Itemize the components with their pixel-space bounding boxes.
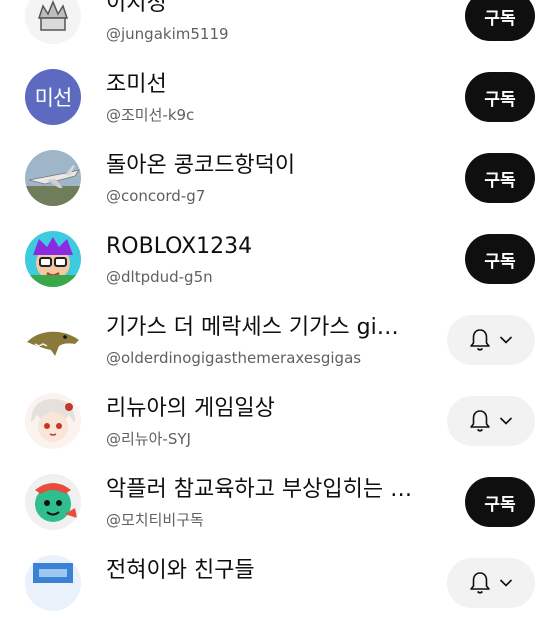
dinosaur-avatar-icon: [25, 312, 81, 368]
channel-handle: @dltpdud-g5n: [106, 268, 213, 286]
bell-icon: [470, 572, 490, 594]
subscribe-button[interactable]: 구독: [465, 0, 535, 41]
channel-handle: @olderdinogigasthemeraxesgigas: [106, 349, 362, 367]
subscribe-button[interactable]: 구독: [465, 153, 535, 203]
channel-avatar[interactable]: [25, 312, 81, 368]
channel-name[interactable]: 악플러 참교육하고 부상입히는 …: [106, 476, 436, 504]
chevron-down-icon: [499, 417, 513, 425]
channel-avatar[interactable]: 미선: [25, 69, 81, 125]
subscribe-button[interactable]: 구독: [465, 234, 535, 284]
channel-name[interactable]: 리뉴아의 게임일상: [106, 395, 436, 423]
channel-list: 이지정 @jungakim5119 구독 미선 조미선 @조미선-k9c 구독 …: [0, 0, 560, 622]
bell-icon: [470, 410, 490, 432]
anime-character-avatar-icon: [25, 393, 81, 449]
airplane-avatar-icon: [25, 150, 81, 206]
channel-avatar[interactable]: [25, 555, 81, 611]
bell-icon: [470, 329, 490, 351]
channel-name[interactable]: 기가스 더 메락세스 기가스 gi…: [106, 314, 436, 342]
channel-name[interactable]: 이지정: [106, 0, 436, 18]
channel-name[interactable]: 전혀이와 친구들: [106, 557, 436, 585]
notification-button[interactable]: [447, 315, 535, 365]
channel-handle: @concord-g7: [106, 187, 206, 205]
channel-avatar[interactable]: [25, 0, 81, 44]
channel-handle: @jungakim5119: [106, 25, 229, 43]
chevron-down-icon: [499, 336, 513, 344]
channel-row[interactable]: 전혀이와 친구들: [0, 541, 560, 622]
channel-handle: @모치티비구독: [106, 511, 204, 529]
channel-row[interactable]: 기가스 더 메락세스 기가스 gi… @olderdinogigasthemer…: [0, 298, 560, 379]
green-character-avatar-icon: [25, 474, 81, 530]
channel-row[interactable]: 돌아온 콩코드항덕이 @concord-g7 구독: [0, 136, 560, 217]
channel-name[interactable]: ROBLOX1234: [106, 233, 436, 261]
channel-avatar[interactable]: [25, 393, 81, 449]
channel-handle: @조미선-k9c: [106, 106, 195, 124]
subscribe-button[interactable]: 구독: [465, 72, 535, 122]
channel-avatar[interactable]: [25, 150, 81, 206]
channel-avatar[interactable]: [25, 231, 81, 287]
channel-handle: @리뉴아-SYJ: [106, 430, 191, 448]
chevron-down-icon: [499, 579, 513, 587]
emblem-avatar-icon: [25, 0, 81, 44]
channel-row[interactable]: 미선 조미선 @조미선-k9c 구독: [0, 55, 560, 136]
channel-avatar[interactable]: [25, 474, 81, 530]
channel-row[interactable]: 이지정 @jungakim5119 구독: [0, 0, 560, 55]
subscribe-button[interactable]: 구독: [465, 477, 535, 527]
avatar-initials: 미선: [34, 86, 73, 110]
notification-button[interactable]: [447, 396, 535, 446]
channel-row[interactable]: 리뉴아의 게임일상 @리뉴아-SYJ: [0, 379, 560, 460]
channel-name[interactable]: 조미선: [106, 71, 436, 99]
cartoon-character-avatar-icon: [25, 231, 81, 287]
channel-name[interactable]: 돌아온 콩코드항덕이: [106, 152, 436, 180]
channel-row[interactable]: ROBLOX1234 @dltpdud-g5n 구독: [0, 217, 560, 298]
channel-row[interactable]: 악플러 참교육하고 부상입히는 … @모치티비구독 구독: [0, 460, 560, 541]
blue-avatar-icon: [25, 555, 81, 611]
notification-button[interactable]: [447, 558, 535, 608]
